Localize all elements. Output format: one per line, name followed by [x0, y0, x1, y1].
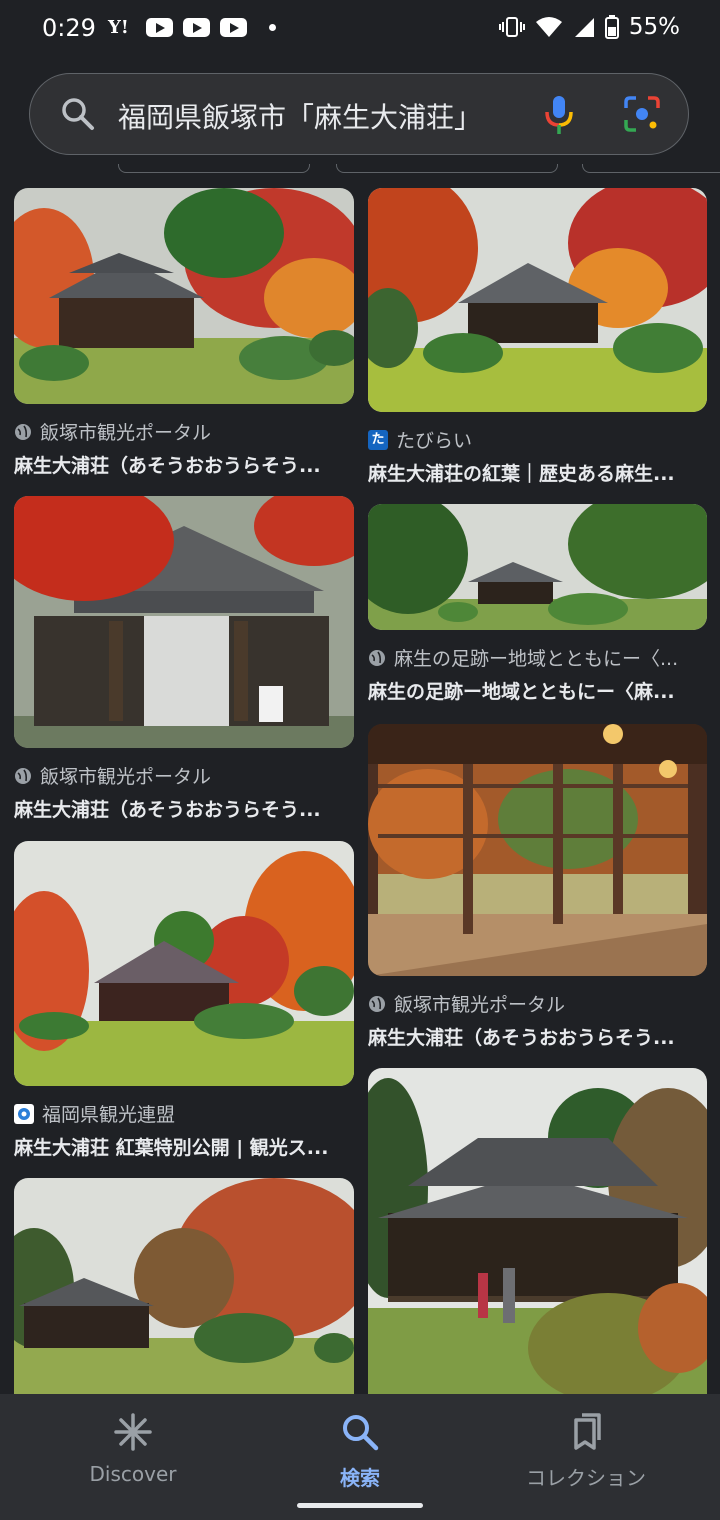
filter-chips-edge	[0, 164, 720, 173]
notification-icons: Y!	[108, 17, 276, 38]
bottom-navigation: Discover 検索 コレクション	[0, 1394, 720, 1520]
nav-search[interactable]: 検索	[260, 1412, 460, 1491]
nav-discover[interactable]: Discover	[33, 1412, 233, 1486]
discover-icon	[114, 1413, 152, 1451]
result-thumbnail[interactable]	[14, 188, 354, 404]
result-source: 麻生の足跡ー地域とともにー〈...	[394, 648, 679, 670]
image-result[interactable]	[368, 1068, 707, 1394]
mic-icon[interactable]	[542, 94, 576, 136]
search-bar[interactable]: 福岡県飯塚市「麻生大浦荘」	[29, 73, 689, 155]
image-result[interactable]: 麻生の足跡ー地域とともにー〈... 麻生の足跡ー地域とともにー〈麻...	[368, 504, 707, 704]
image-result[interactable]: 飯塚市観光ポータル 麻生大浦荘（あそうおおうらそう...	[14, 188, 354, 478]
result-thumbnail[interactable]	[368, 724, 707, 976]
youtube-icon	[220, 18, 247, 37]
yahoo-icon: Y!	[108, 17, 129, 38]
wifi-icon	[535, 17, 562, 37]
more-notifications-icon	[269, 24, 276, 31]
result-title[interactable]: 麻生の足跡ー地域とともにー〈麻...	[368, 677, 707, 704]
result-title[interactable]: 麻生大浦荘（あそうおおうらそう...	[14, 795, 354, 822]
image-result[interactable]: 福岡県観光連盟 麻生大浦荘 紅葉特別公開 | 観光ス...	[14, 841, 354, 1160]
battery-percent: 55%	[628, 14, 680, 40]
gesture-home-bar[interactable]	[297, 1503, 423, 1508]
search-input[interactable]: 福岡県飯塚市「麻生大浦荘」	[118, 96, 498, 136]
image-result[interactable]: 飯塚市観光ポータル 麻生大浦荘（あそうおおうらそう...	[368, 724, 707, 1050]
result-title[interactable]: 麻生大浦荘（あそうおおうらそう...	[368, 1023, 707, 1050]
image-result[interactable]	[14, 1178, 354, 1394]
search-icon[interactable]	[60, 96, 96, 132]
result-source: 飯塚市観光ポータル	[394, 994, 566, 1016]
result-thumbnail[interactable]	[14, 1178, 354, 1394]
result-source: たびらい	[396, 430, 473, 452]
result-thumbnail[interactable]	[368, 504, 707, 630]
globe-icon	[15, 423, 31, 440]
result-source: 飯塚市観光ポータル	[40, 422, 212, 444]
status-time: 0:29	[42, 14, 96, 42]
result-thumbnail[interactable]	[368, 1068, 707, 1394]
signal-icon	[574, 18, 594, 37]
image-result[interactable]: た たびらい 麻生大浦荘の紅葉｜歴史ある麻生...	[368, 188, 707, 486]
collections-icon	[574, 1413, 601, 1450]
image-result[interactable]: 飯塚市観光ポータル 麻生大浦荘（あそうおおうらそう...	[14, 496, 354, 822]
result-title[interactable]: 麻生大浦荘の紅葉｜歴史ある麻生...	[368, 459, 707, 486]
result-title[interactable]: 麻生大浦荘 紅葉特別公開 | 観光ス...	[14, 1133, 354, 1160]
globe-icon	[369, 995, 385, 1012]
result-thumbnail[interactable]	[14, 841, 354, 1086]
tabirai-favicon-icon: た	[368, 429, 388, 450]
system-icons: 55%	[498, 14, 680, 40]
battery-icon	[604, 15, 619, 39]
nav-discover-label: Discover	[89, 1462, 177, 1486]
result-title[interactable]: 麻生大浦荘（あそうおおうらそう...	[14, 451, 354, 478]
globe-icon	[15, 767, 31, 784]
nav-search-label: 検索	[340, 1466, 380, 1490]
youtube-icon	[183, 18, 210, 37]
result-source: 飯塚市観光ポータル	[40, 766, 212, 788]
result-thumbnail[interactable]	[368, 188, 707, 412]
fukuoka-tourism-favicon-icon	[14, 1103, 34, 1124]
result-thumbnail[interactable]	[14, 496, 354, 748]
globe-icon	[369, 649, 385, 666]
search-icon	[343, 1415, 379, 1451]
vibrate-icon	[498, 17, 525, 37]
result-source: 福岡県観光連盟	[42, 1104, 176, 1126]
status-bar: 0:29 Y! 55%	[0, 0, 720, 62]
nav-collections-label: コレクション	[526, 1466, 646, 1490]
youtube-icon	[146, 18, 173, 37]
nav-collections[interactable]: コレクション	[486, 1412, 686, 1491]
lens-icon[interactable]	[622, 94, 662, 134]
